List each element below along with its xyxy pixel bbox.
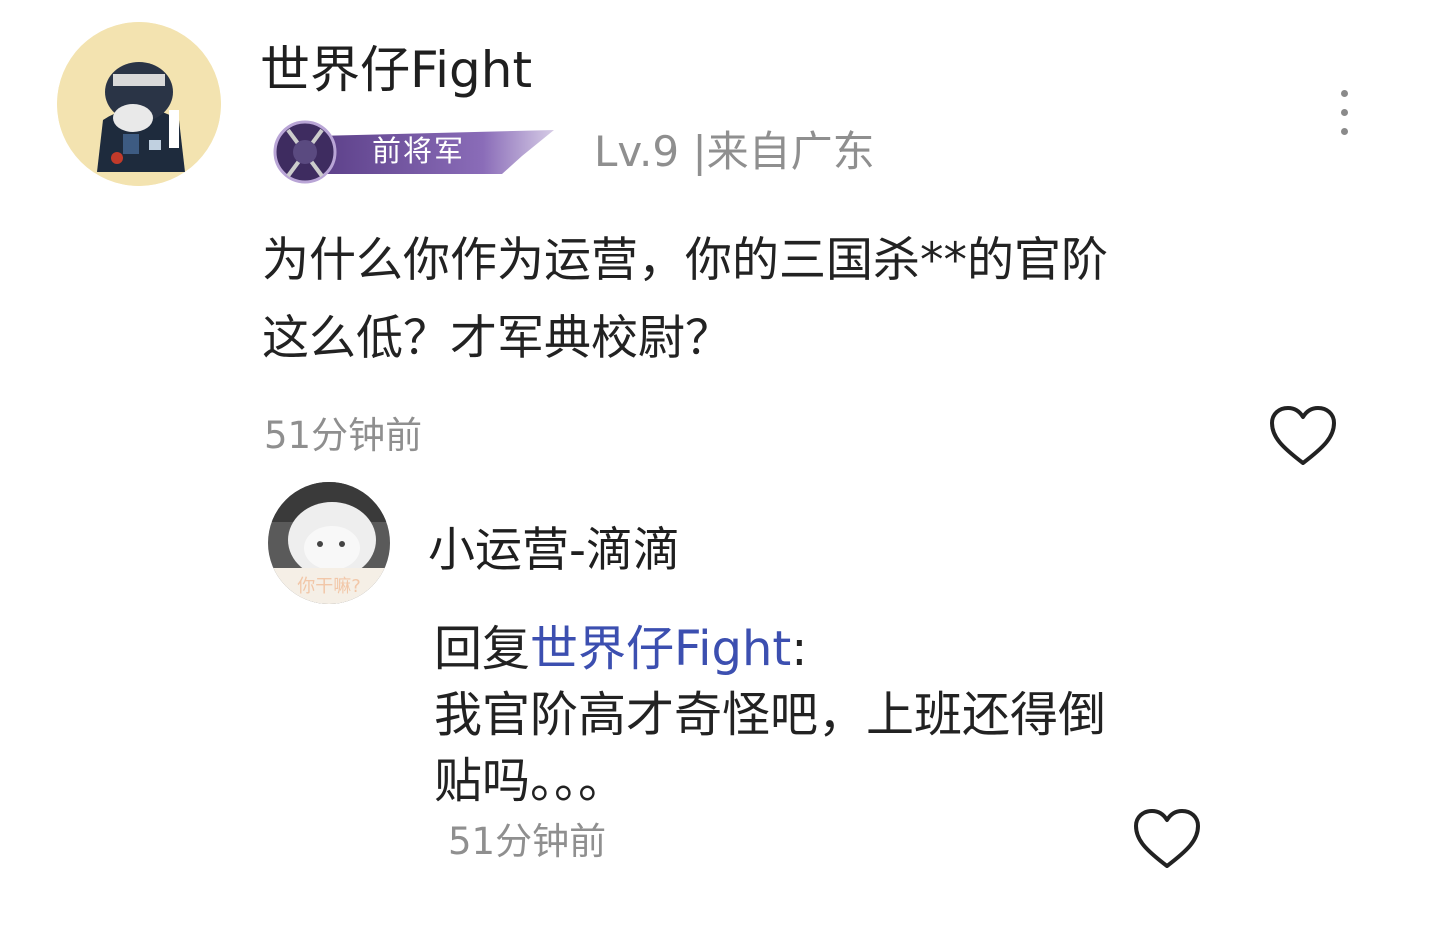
cat-avatar-image: 你干嘛?: [268, 482, 390, 604]
reply-line: 回复世界仔Fight:: [434, 616, 1234, 682]
location-label: |来自广东: [692, 127, 875, 176]
reply-body: 回复世界仔Fight: 我官阶高才奇怪吧，上班还得倒 贴吗。。。: [434, 616, 1234, 814]
avatar-caption: 你干嘛?: [297, 576, 361, 597]
reply-avatar[interactable]: 你干嘛?: [268, 482, 390, 604]
reply-prefix: 回复: [434, 621, 531, 677]
heart-outline-icon[interactable]: [1268, 405, 1338, 467]
comment-line: 为什么你作为运营，你的三国杀**的官阶: [262, 233, 1108, 288]
more-vertical-icon[interactable]: [1328, 86, 1362, 140]
reply-username[interactable]: 小运营-滴滴: [428, 520, 680, 582]
comment-body: 为什么你作为运营，你的三国杀**的官阶 这么低？才军典校尉？: [262, 222, 1222, 378]
reply-line: 贴吗。。。: [434, 753, 627, 809]
level-label: Lv.9: [594, 127, 680, 176]
avatar-image: [57, 22, 221, 186]
reply-timestamp: 51分钟前: [448, 820, 607, 863]
mention-link[interactable]: 世界仔Fight: [530, 621, 791, 677]
user-meta: Lv.9 |来自广东: [594, 124, 875, 180]
username[interactable]: 世界仔Fight: [260, 38, 532, 102]
rank-badge-label: 前将军: [372, 134, 466, 168]
timestamp: 51分钟前: [264, 414, 423, 457]
reply-line: 我官阶高才奇怪吧，上班还得倒: [434, 687, 1107, 743]
avatar[interactable]: [57, 22, 221, 186]
heart-outline-icon[interactable]: [1132, 808, 1202, 870]
comment-line: 这么低？才军典校尉？: [262, 311, 732, 366]
reply-colon: :: [791, 621, 808, 677]
